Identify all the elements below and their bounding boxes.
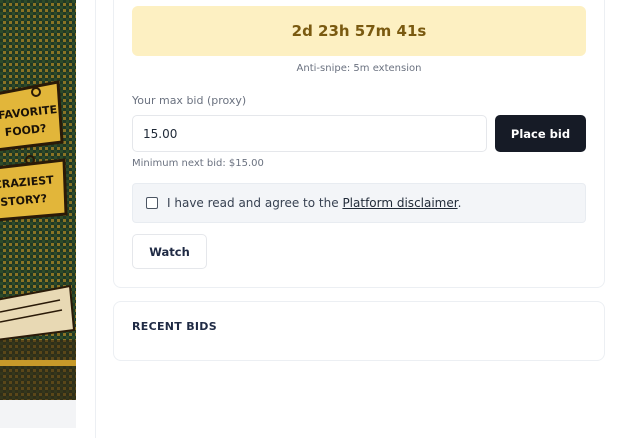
disclaimer-text: I have read and agree to the Platform di… — [167, 196, 461, 210]
product-image-column: FAVORITE FOOD? CRAZIEST STORY? — [0, 0, 76, 428]
product-image-art: FAVORITE FOOD? CRAZIEST STORY? — [0, 0, 76, 400]
disclaimer-checkbox[interactable] — [146, 197, 158, 209]
watch-button[interactable]: Watch — [132, 234, 207, 269]
recent-bids-title: RECENT BIDS — [132, 320, 217, 333]
disclaimer-prefix: I have read and agree to the — [167, 196, 343, 210]
max-bid-input[interactable] — [132, 115, 487, 152]
disclaimer-suffix: . — [457, 196, 462, 210]
minimum-next-bid: Minimum next bid: $15.00 — [132, 158, 264, 169]
countdown-timer: 2d 23h 57m 41s — [132, 6, 586, 56]
auction-page: FAVORITE FOOD? CRAZIEST STORY? 2d 23h 57… — [0, 0, 639, 438]
product-image: FAVORITE FOOD? CRAZIEST STORY? — [0, 0, 76, 400]
antisnipe-note: Anti-snipe: 5m extension — [296, 63, 422, 74]
max-bid-label: Your max bid (proxy) — [132, 94, 247, 107]
place-bid-button[interactable]: Place bid — [495, 115, 586, 152]
platform-disclaimer-link[interactable]: Platform disclaimer — [342, 196, 457, 210]
column-divider — [95, 0, 96, 438]
disclaimer-agreement: I have read and agree to the Platform di… — [132, 183, 586, 223]
